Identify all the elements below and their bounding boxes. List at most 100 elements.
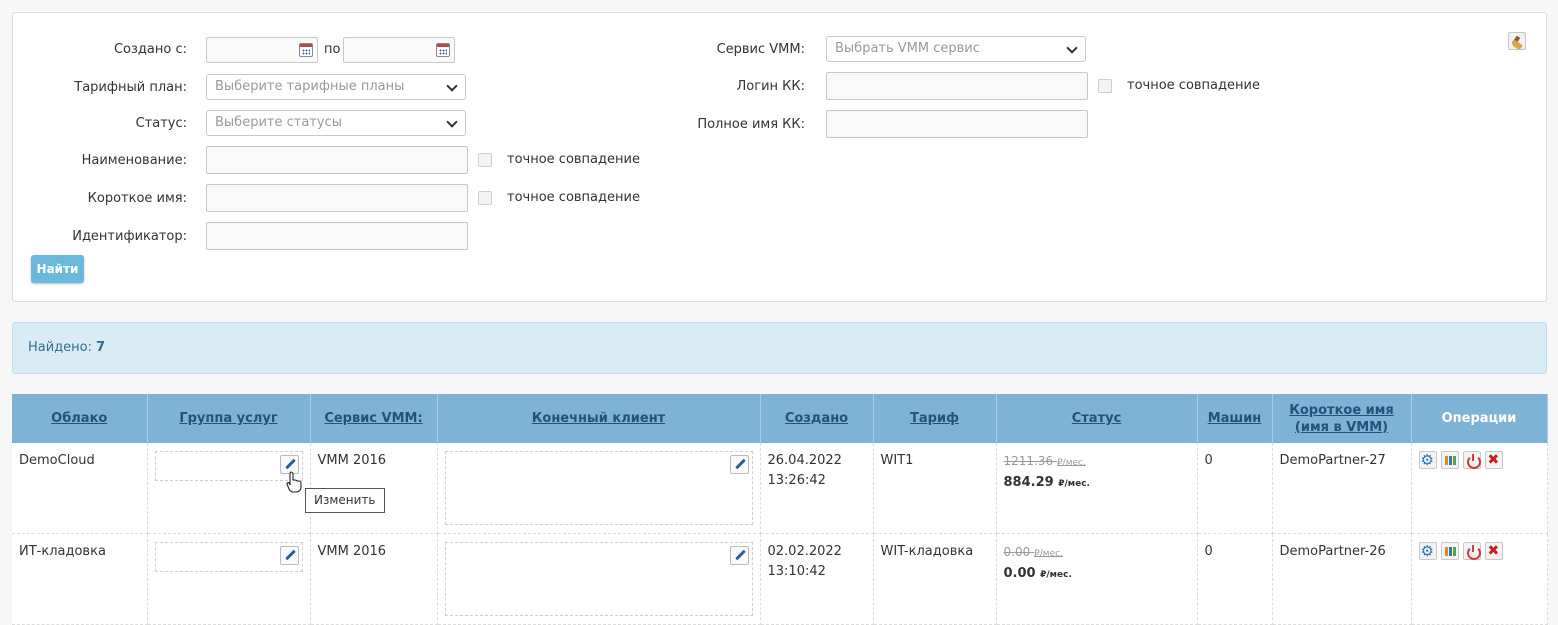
new-price: 0.00 ₽/мес. xyxy=(1003,566,1072,581)
cell-vmm-service: VMM 2016 xyxy=(310,533,438,625)
cell-status: 0.00 ₽/мес. 0.00 ₽/мес. xyxy=(996,533,1198,625)
table-row: DemoCloud VMM 2016 26.04.2022 13:26:42 WI… xyxy=(12,443,1548,534)
created-date: 26.04.2022 xyxy=(767,453,842,468)
col-status[interactable]: Статус xyxy=(996,394,1198,443)
delete-icon[interactable] xyxy=(1484,450,1503,470)
stats-icon[interactable] xyxy=(1440,542,1459,560)
cell-tariff: WIT1 xyxy=(873,443,997,534)
name-exact-checkbox[interactable] xyxy=(478,153,492,167)
kk-fullname-input[interactable] xyxy=(826,110,1088,138)
sort-status-link[interactable]: Статус xyxy=(1072,411,1122,426)
stats-icon[interactable] xyxy=(1440,451,1459,469)
cell-service-group xyxy=(147,533,311,625)
cell-tariff: WIT-кладовка xyxy=(873,533,997,625)
sort-cloud-link[interactable]: Облако xyxy=(51,411,107,426)
identifier-input[interactable] xyxy=(206,222,468,250)
service-group-box xyxy=(154,542,303,572)
short-name-input[interactable] xyxy=(206,184,468,212)
end-client-box xyxy=(444,451,753,525)
pencil-icon[interactable] xyxy=(279,546,299,565)
vmm-service-label: Сервис VMM: xyxy=(716,42,805,57)
col-vmm-service[interactable]: Сервис VMM: xyxy=(310,394,438,443)
short-name-header-line1: Короткое имя xyxy=(1289,402,1394,418)
short-name-label: Короткое имя: xyxy=(87,191,187,206)
find-button[interactable]: Найти xyxy=(31,255,84,283)
new-price: 884.29 ₽/мес. xyxy=(1003,475,1090,490)
settings-gear-icon[interactable] xyxy=(1418,541,1437,561)
col-end-client[interactable]: Конечный клиент xyxy=(437,394,761,443)
col-machines[interactable]: Машин xyxy=(1197,394,1273,443)
cell-end-client xyxy=(437,533,761,625)
end-client-box xyxy=(444,542,753,616)
status-select[interactable]: Выберите статусы xyxy=(206,110,466,136)
status-label: Статус: xyxy=(135,116,187,131)
pencil-icon[interactable] xyxy=(729,546,749,565)
delete-icon[interactable] xyxy=(1484,541,1503,561)
name-input[interactable] xyxy=(206,146,468,174)
settings-gear-icon[interactable] xyxy=(1418,450,1437,470)
edit-tooltip: Изменить xyxy=(305,488,385,513)
vmm-service-select[interactable]: Выбрать VMM сервис xyxy=(826,36,1086,62)
created-time: 13:26:42 xyxy=(767,473,826,488)
chevron-down-icon xyxy=(446,80,458,92)
pencil-icon[interactable] xyxy=(729,455,749,474)
created-from-input[interactable] xyxy=(206,37,318,63)
power-icon[interactable] xyxy=(1462,542,1481,560)
kk-login-input[interactable] xyxy=(826,72,1088,100)
created-date: 02.02.2022 xyxy=(767,544,842,559)
cell-short-name: DemoPartner-27 xyxy=(1272,443,1412,534)
table-row: ИТ-кладовка VMM 2016 02.02.2022 13:10:42 … xyxy=(12,533,1548,625)
cell-operations xyxy=(1411,443,1548,534)
cell-cloud: ИТ-кладовка xyxy=(12,533,148,625)
hand-cursor-icon xyxy=(286,471,302,493)
col-tariff[interactable]: Тариф xyxy=(873,394,997,443)
sort-tariff-link[interactable]: Тариф xyxy=(910,411,959,426)
cell-cloud: DemoCloud xyxy=(12,443,148,534)
created-to-input[interactable] xyxy=(343,37,455,63)
service-group-box xyxy=(154,451,303,481)
chevron-down-icon xyxy=(446,116,458,128)
created-to-label: по xyxy=(324,42,341,57)
short-name-exact-label: точное совпадение xyxy=(507,190,640,205)
cell-end-client xyxy=(437,443,761,534)
sort-end-client-link[interactable]: Конечный клиент xyxy=(532,411,665,426)
found-label: Найдено: xyxy=(28,340,93,355)
kk-fullname-label: Полное имя КК: xyxy=(697,117,805,132)
cell-machines: 0 xyxy=(1197,443,1273,534)
calendar-icon[interactable] xyxy=(299,43,313,57)
chevron-down-icon xyxy=(1066,42,1078,54)
calendar-icon[interactable] xyxy=(436,43,450,57)
short-name-exact-checkbox[interactable] xyxy=(478,191,492,205)
cell-operations xyxy=(1411,533,1548,625)
kk-login-exact-checkbox[interactable] xyxy=(1098,79,1112,93)
short-name-header-line2: (имя в VMM) xyxy=(1294,419,1389,435)
power-icon[interactable] xyxy=(1462,451,1481,469)
sort-machines-link[interactable]: Машин xyxy=(1208,411,1262,426)
sort-vmm-service-link[interactable]: Сервис VMM: xyxy=(324,411,422,426)
cell-status: 1211.36 ₽/мес. 884.29 ₽/мес. xyxy=(996,443,1198,534)
tariff-select[interactable]: Выберите тарифные планы xyxy=(206,74,466,100)
clear-filters-icon[interactable] xyxy=(1508,32,1526,50)
sort-service-group-link[interactable]: Группа услуг xyxy=(179,411,277,426)
found-count-bar: Найдено: 7 xyxy=(12,322,1547,374)
name-exact-label: точное совпадение xyxy=(507,152,640,167)
clouds-table: Облако Группа услуг Сервис VMM: Конечный… xyxy=(12,394,1548,625)
old-price: 1211.36 ₽/мес. xyxy=(1003,454,1086,468)
sort-created-link[interactable]: Создано xyxy=(785,411,848,426)
created-time: 13:10:42 xyxy=(767,564,826,579)
created-from-label: Создано с: xyxy=(113,42,187,57)
sort-short-name-link[interactable]: Короткое имя (имя в VMM) xyxy=(1289,403,1394,435)
col-short-name[interactable]: Короткое имя (имя в VMM) xyxy=(1272,394,1412,443)
kk-login-exact-label: точное совпадение xyxy=(1127,78,1260,93)
identifier-label: Идентификатор: xyxy=(72,229,187,244)
name-label: Наименование: xyxy=(81,153,187,168)
tariff-label: Тарифный план: xyxy=(74,80,187,95)
filter-panel: Создано с: по Тарифный план: Выберите та… xyxy=(12,12,1547,302)
col-cloud[interactable]: Облако xyxy=(12,394,148,443)
tariff-select-placeholder: Выберите тарифные планы xyxy=(215,79,405,94)
cell-short-name: DemoPartner-26 xyxy=(1272,533,1412,625)
col-service-group[interactable]: Группа услуг xyxy=(147,394,311,443)
col-created[interactable]: Создано xyxy=(760,394,874,443)
table-header-row: Облако Группа услуг Сервис VMM: Конечный… xyxy=(12,394,1548,443)
kk-login-label: Логин КК: xyxy=(736,79,805,94)
